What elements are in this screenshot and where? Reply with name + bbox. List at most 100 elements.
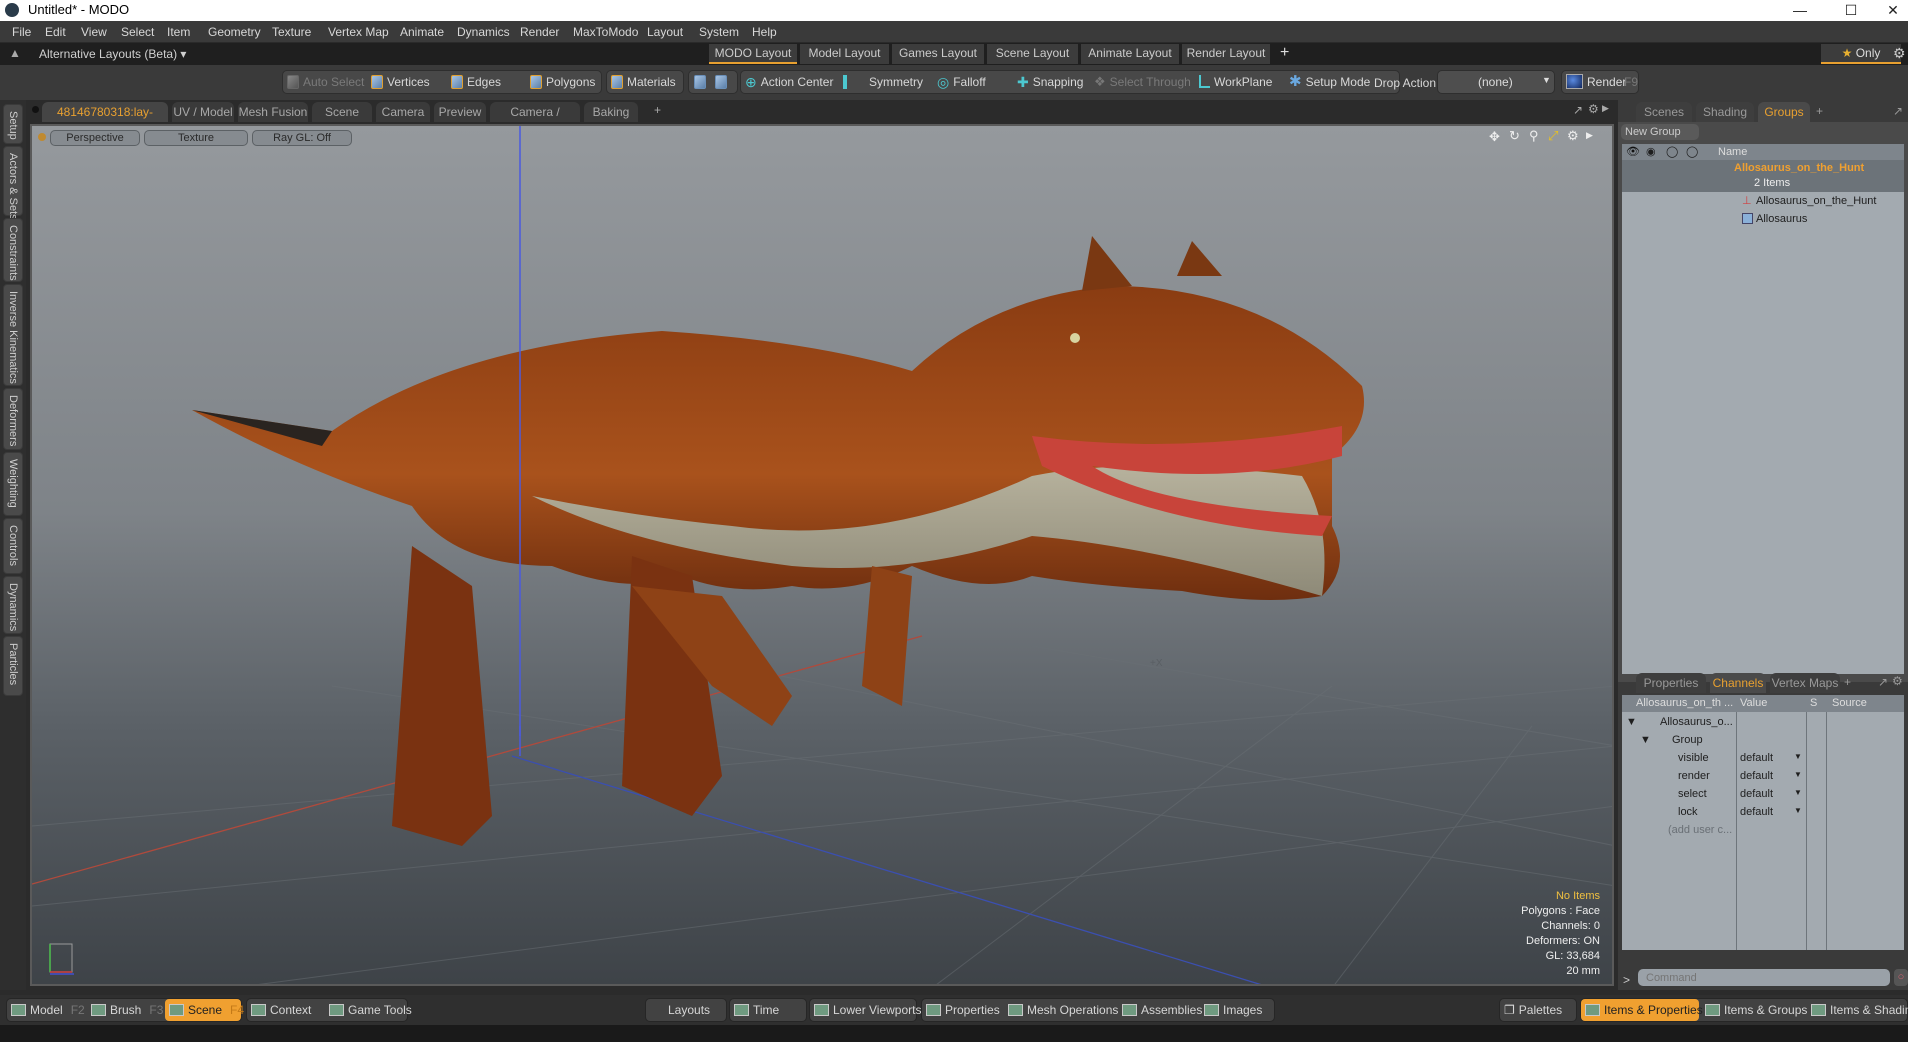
add-tab-button[interactable]: + <box>1844 675 1851 689</box>
tab-uv-model[interactable]: UV / Model <box>172 102 234 122</box>
side-tab-setup[interactable]: Setup <box>3 104 23 144</box>
tab-lay-unmax[interactable]: 48146780318:lay-unmax <box>42 102 168 139</box>
tab-shading[interactable]: Shading <box>1696 102 1754 122</box>
tab-scene[interactable]: Scene <box>312 102 372 122</box>
channel-row[interactable]: select default ▼ <box>1622 786 1904 804</box>
render-col-icon[interactable]: ◉ <box>1646 145 1656 158</box>
zoom-view-icon[interactable]: ⚲ <box>1529 128 1539 144</box>
auto-select-button[interactable]: Auto Select <box>287 71 364 93</box>
channel-row[interactable]: render default ▼ <box>1622 768 1904 786</box>
channel-root[interactable]: Allosaurus_o... <box>1660 716 1733 728</box>
side-tab-deformers[interactable]: Deformers <box>3 388 23 450</box>
tab-baking[interactable]: Baking <box>584 102 638 122</box>
menu-geometry[interactable]: Geometry <box>208 25 261 39</box>
items-properties-button[interactable]: Items & Properties <box>1581 999 1703 1021</box>
expand-icon[interactable]: ↗ <box>1573 103 1583 117</box>
side-tab-weighting[interactable]: Weighting <box>3 452 23 516</box>
channel-row[interactable]: visible default ▼ <box>1622 750 1904 768</box>
menu-maxtomodo[interactable]: MaxToModo <box>573 25 638 39</box>
record-icon[interactable]: ○ <box>1894 969 1908 986</box>
channel-group[interactable]: Group <box>1672 734 1703 746</box>
menu-item[interactable]: Item <box>167 25 190 39</box>
tab-vertex-maps[interactable]: Vertex Maps <box>1770 673 1840 693</box>
vertices-button[interactable]: Vertices <box>371 71 430 93</box>
items-shading-button[interactable]: Items & Shading <box>1807 999 1908 1021</box>
add-layout-button[interactable]: + <box>1280 44 1289 62</box>
view-mode-button[interactable]: Perspective <box>50 130 140 146</box>
tab-scene-layout[interactable]: Scene Layout <box>987 44 1078 64</box>
properties-button[interactable]: Properties <box>922 999 1000 1021</box>
rotate-view-icon[interactable]: ↻ <box>1509 128 1520 144</box>
chevron-down-icon[interactable]: ▼ <box>1794 752 1802 761</box>
move-view-icon[interactable]: ✥ <box>1489 129 1500 145</box>
tab-animate-layout[interactable]: Animate Layout <box>1081 44 1179 64</box>
menu-render[interactable]: Render <box>520 25 559 39</box>
expand-arrow-icon[interactable]: ▼ <box>1640 734 1651 746</box>
side-tab-particles[interactable]: Particles <box>3 636 23 696</box>
time-button[interactable]: Time <box>729 998 807 1022</box>
tab-properties[interactable]: Properties <box>1636 673 1706 693</box>
tab-camera[interactable]: Camera <box>376 102 430 122</box>
maximize-view-icon[interactable]: ⤢ <box>1548 128 1558 144</box>
symmetry-button[interactable]: Symmetry <box>843 71 923 93</box>
tab-model-layout[interactable]: Model Layout <box>800 44 889 64</box>
raygl-button[interactable]: Ray GL: Off <box>252 130 352 146</box>
mesh-operations-button[interactable]: Mesh Operations <box>1004 999 1118 1021</box>
action-center-button[interactable]: ⊕ Action Center <box>745 71 833 93</box>
palettes-button[interactable]: ❐ Palettes <box>1499 998 1577 1022</box>
alternative-layouts-dropdown[interactable]: Alternative Layouts (Beta) ▾ <box>39 47 186 61</box>
gear-icon[interactable]: ⚙ <box>1588 102 1599 116</box>
tab-channels[interactable]: Channels <box>1710 673 1766 693</box>
brush-mode-button[interactable]: Brush F3 <box>87 999 163 1021</box>
channel-row[interactable]: lock default ▼ <box>1622 804 1904 822</box>
side-tab-inverse-kinematics[interactable]: Inverse Kinematics <box>3 284 23 386</box>
setup-mode-button[interactable]: ✱ Setup Mode <box>1289 71 1370 93</box>
gear-icon[interactable]: ⚙ <box>1892 674 1903 688</box>
only-favorites-button[interactable]: ★ Only <box>1821 44 1901 64</box>
tab-preview[interactable]: Preview <box>434 102 486 122</box>
model-mode-button[interactable]: Model F2 <box>7 999 85 1021</box>
render-button[interactable]: Render F9 <box>1561 70 1639 94</box>
tab-scenes[interactable]: Scenes <box>1636 102 1692 122</box>
new-group-button[interactable]: New Group <box>1621 124 1699 140</box>
side-tab-actors-sets[interactable]: Actors & Sets <box>3 146 23 220</box>
chevron-down-icon[interactable]: ▼ <box>1794 788 1802 797</box>
tab-groups[interactable]: Groups <box>1758 102 1810 122</box>
layouts-button[interactable]: Layouts <box>645 998 727 1022</box>
select-through-button[interactable]: ❖ Select Through <box>1094 71 1191 93</box>
falloff-button[interactable]: ◎ Falloff <box>937 71 986 93</box>
more-arrow-icon[interactable]: ▶ <box>1602 103 1609 114</box>
collapse-up-icon[interactable]: ▲ <box>9 46 21 60</box>
game-tools-button[interactable]: Game Tools <box>325 999 412 1021</box>
items-groups-button[interactable]: Items & Groups <box>1701 999 1807 1021</box>
3d-viewport[interactable]: +X Perspective Texture Ray GL: Off ✥ ↻ ⚲… <box>30 124 1614 986</box>
menu-dynamics[interactable]: Dynamics <box>457 25 510 39</box>
menu-file[interactable]: File <box>12 25 31 39</box>
visibility-icon[interactable]: 👁 <box>1626 145 1640 158</box>
tab-modo-layout[interactable]: MODO Layout <box>709 44 797 64</box>
more-arrow-icon[interactable]: ▶ <box>1586 130 1593 141</box>
images-button[interactable]: Images <box>1200 999 1262 1021</box>
settings-icon[interactable]: ⚙ <box>1567 128 1579 144</box>
side-tab-controls[interactable]: Controls <box>3 518 23 574</box>
add-tab-button[interactable]: + <box>1816 104 1823 118</box>
menu-texture[interactable]: Texture <box>272 25 311 39</box>
tab-camera-preview[interactable]: Camera / Preview <box>490 102 580 139</box>
chevron-down-icon[interactable]: ▼ <box>1794 806 1802 815</box>
command-input[interactable] <box>1638 969 1890 986</box>
lock-col-icon[interactable]: ◯ <box>1686 145 1698 158</box>
scene-mode-button[interactable]: Scene F4 <box>165 999 244 1021</box>
menu-edit[interactable]: Edit <box>45 25 66 39</box>
side-tab-dynamics[interactable]: Dynamics <box>3 576 23 634</box>
expand-icon[interactable]: ↗ <box>1878 675 1888 689</box>
drop-action-select[interactable]: (none) ▼ <box>1437 70 1555 94</box>
context-button[interactable]: Context <box>247 999 311 1021</box>
menu-view[interactable]: View <box>81 25 107 39</box>
tab-games-layout[interactable]: Games Layout <box>892 44 984 64</box>
menu-help[interactable]: Help <box>752 25 777 39</box>
menu-layout[interactable]: Layout <box>647 25 683 39</box>
side-tab-constraints[interactable]: Constraints <box>3 218 23 282</box>
group-row[interactable]: Allosaurus_on_the_Hunt 2 Items <box>1622 160 1904 192</box>
tab-render-layout[interactable]: Render Layout <box>1182 44 1270 64</box>
list-item[interactable]: ⊥ Allosaurus_on_the_Hunt <box>1622 192 1904 210</box>
